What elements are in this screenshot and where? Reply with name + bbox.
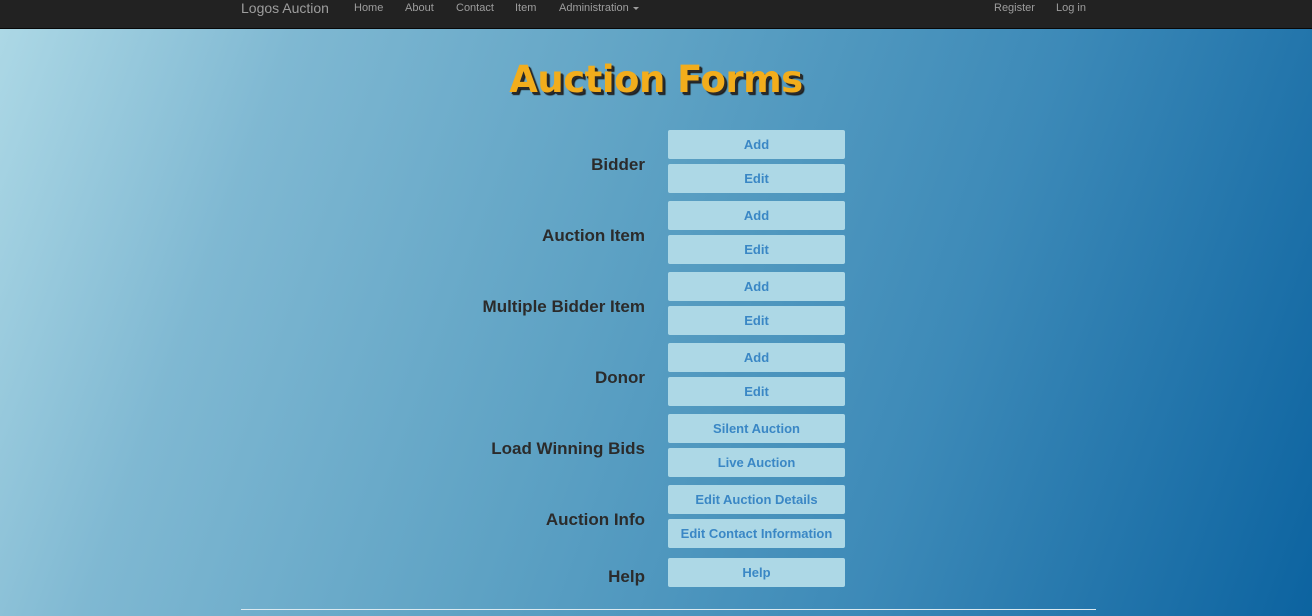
edit-auction-details-button[interactable]: Edit Auction Details bbox=[668, 485, 845, 514]
auction-item-edit-button[interactable]: Edit bbox=[668, 235, 845, 264]
page-title: Auction Forms bbox=[509, 58, 803, 101]
bidder-add-button[interactable]: Add bbox=[668, 130, 845, 159]
section-label-load-winning-bids: Load Winning Bids bbox=[491, 439, 645, 458]
brand-link[interactable]: Logos Auction bbox=[241, 0, 329, 18]
nav-item[interactable]: Item bbox=[515, 0, 536, 16]
live-auction-button[interactable]: Live Auction bbox=[668, 448, 845, 477]
multiple-bidder-item-add-button[interactable]: Add bbox=[668, 272, 845, 301]
donor-add-button[interactable]: Add bbox=[668, 343, 845, 372]
nav-administration-label: Administration bbox=[559, 2, 629, 14]
nav-about[interactable]: About bbox=[405, 0, 434, 16]
nav-contact[interactable]: Contact bbox=[456, 0, 494, 16]
footer-divider bbox=[241, 609, 1096, 610]
nav-administration-dropdown[interactable]: Administration bbox=[559, 0, 639, 16]
caret-down-icon bbox=[632, 6, 639, 10]
section-label-bidder: Bidder bbox=[591, 155, 645, 174]
silent-auction-button[interactable]: Silent Auction bbox=[668, 414, 845, 443]
nav-home[interactable]: Home bbox=[354, 0, 383, 16]
section-label-donor: Donor bbox=[594, 368, 645, 387]
section-label-help: Help bbox=[608, 567, 645, 586]
nav-login[interactable]: Log in bbox=[1056, 0, 1086, 16]
section-label-multiple-bidder-item: Multiple Bidder Item bbox=[482, 297, 645, 316]
multiple-bidder-item-edit-button[interactable]: Edit bbox=[668, 306, 845, 335]
section-label-auction-info: Auction Info bbox=[545, 510, 645, 529]
donor-edit-button[interactable]: Edit bbox=[668, 377, 845, 406]
section-label-auction-item: Auction Item bbox=[542, 226, 645, 245]
nav-register[interactable]: Register bbox=[994, 0, 1035, 16]
edit-contact-information-button[interactable]: Edit Contact Information bbox=[668, 519, 845, 548]
auction-item-add-button[interactable]: Add bbox=[668, 201, 845, 230]
bidder-edit-button[interactable]: Edit bbox=[668, 164, 845, 193]
help-button[interactable]: Help bbox=[668, 558, 845, 587]
top-navbar: Logos Auction Home About Contact Item Ad… bbox=[0, 0, 1312, 29]
